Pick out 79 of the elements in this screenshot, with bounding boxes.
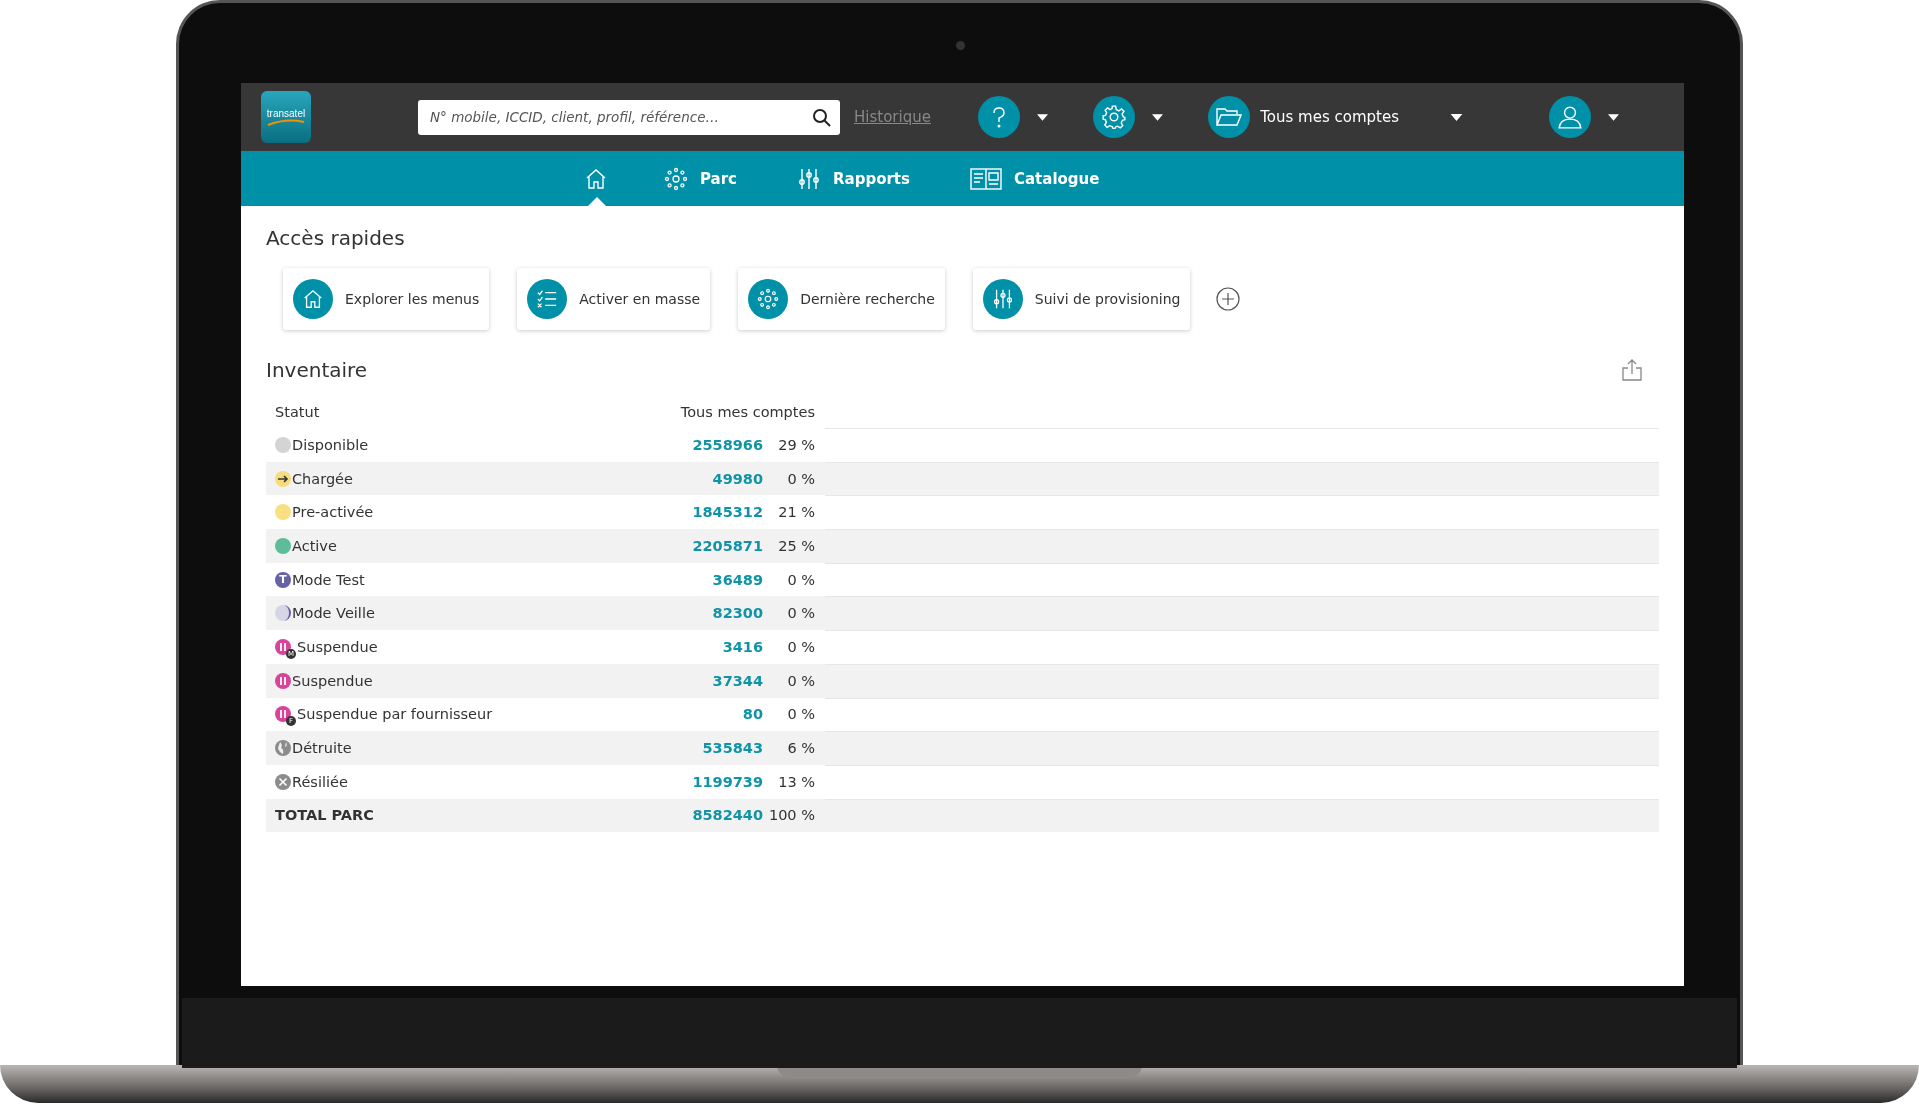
search-icon[interactable] [812,107,832,128]
column-header: Tous mes comptes [679,404,815,420]
share-value: 0 % [786,672,815,689]
status-label: Suspendue [292,672,373,689]
share-value: 25 % [777,537,815,554]
export-icon[interactable] [1620,358,1644,382]
share-value: 6 % [786,740,815,757]
card-label: Suivi de provisioning [1034,291,1181,307]
status-icon: T [275,571,291,588]
logo[interactable]: transatel [261,91,311,143]
quick-access-card[interactable]: Activer en masse [517,268,711,330]
quick-access-card[interactable]: Explorer les menus [283,268,490,330]
status-label: Pre-activée [292,504,374,521]
share-value: 0 % [786,470,815,487]
sliders-icon [797,166,821,191]
network-icon [757,288,780,310]
share-value: 0 % [786,638,815,655]
caret-icon[interactable] [1037,113,1049,121]
status-label: Chargée [292,470,353,487]
share-value: 0 % [786,605,815,622]
status-label: Mode Veille [292,605,375,622]
total-label: TOTAL PARC [275,807,374,824]
count-link[interactable]: 1845312 [668,504,763,521]
network-icon [664,166,688,191]
card-label: Explorer les menus [345,291,480,307]
settings-button[interactable] [1093,96,1136,138]
count-link[interactable]: 1199739 [668,773,763,790]
checklist-icon [536,288,559,310]
swoosh-icon [266,118,306,127]
sliders-icon [991,288,1014,310]
count-link[interactable]: 49980 [668,470,763,487]
add-icon[interactable] [1216,287,1241,311]
folder-icon [1216,107,1243,127]
count-link[interactable]: 36489 [668,571,763,588]
status-label: Détruite [292,740,352,757]
share-value: 21 % [777,504,815,521]
camera-dot [956,41,965,50]
quick-access-card[interactable]: Suivi de provisioning [972,268,1191,330]
count-link[interactable]: 80 [668,706,763,723]
count-link[interactable]: 3416 [668,638,763,655]
share-value: 100 % [767,807,815,824]
caret-icon[interactable] [1608,113,1619,121]
status-label: Disponible [292,436,369,453]
status-label: Suspendue par fournisseur [297,706,493,723]
card-label: Dernière recherche [800,291,935,307]
section-title: Inventaire [266,358,368,382]
share-value: 13 % [777,773,815,790]
user-button[interactable] [1549,96,1591,138]
folder-button[interactable] [1208,96,1251,138]
account-menu[interactable]: Tous mes comptes [1260,108,1399,126]
gear-icon [1101,104,1128,130]
quick-access-card[interactable]: Dernière recherche [738,268,945,330]
count-link[interactable]: 2205871 [668,537,763,554]
history-link[interactable]: Historique [854,108,931,126]
nav-tab[interactable]: Rapports [797,151,910,206]
count-link[interactable]: 2558966 [668,436,763,453]
count-link[interactable]: 82300 [668,605,763,622]
help-button[interactable] [978,96,1021,138]
nav-tab[interactable]: Catalogue [969,151,1100,206]
user-icon [1557,104,1583,130]
count-link[interactable]: 535843 [668,740,763,757]
status-label: Mode Test [292,571,365,588]
share-value: 29 % [777,436,815,453]
search-field[interactable]: N° mobile, ICCID, client, profil, référence… [418,99,840,135]
share-value: 0 % [786,706,815,723]
caret-icon[interactable] [1152,113,1164,121]
nav-tab[interactable]: Parc [664,151,737,206]
status-label: Suspendue [297,638,378,655]
status-label: Résiliée [292,773,348,790]
card-label: Activer en masse [579,291,701,307]
column-header: Statut [274,404,321,420]
count-link[interactable]: 8582440 [668,807,763,824]
share-value: 0 % [786,571,815,588]
section-title: Accès rapides [266,226,406,250]
logo-text: transatel [266,107,306,119]
count-link[interactable]: 37344 [668,672,763,689]
catalog-icon [969,166,1002,191]
home-icon [302,288,324,310]
status-label: Active [292,537,337,554]
